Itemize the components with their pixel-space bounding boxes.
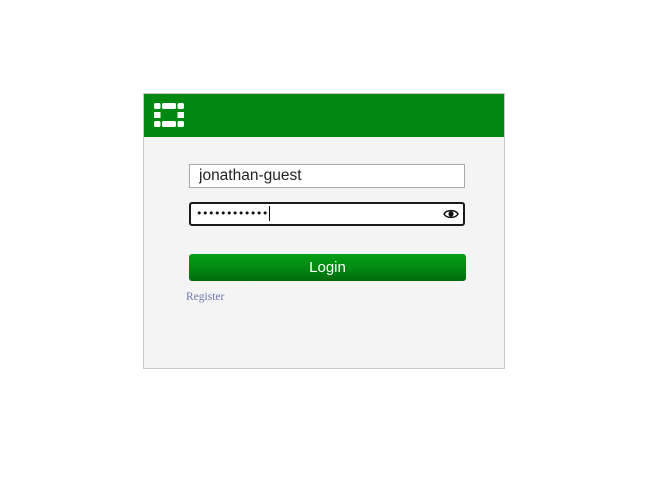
fortinet-logo-icon [154, 103, 184, 127]
login-button[interactable]: Login [189, 254, 466, 281]
password-field[interactable]: •••••••••••• [189, 202, 465, 226]
panel-header [144, 94, 504, 137]
password-masked-value: •••••••••••• [196, 207, 268, 220]
username-input[interactable] [190, 165, 464, 187]
username-field [189, 164, 465, 188]
login-panel: •••••••••••• Login Register [143, 93, 505, 369]
register-link[interactable]: Register [186, 291, 224, 303]
text-caret [268, 205, 270, 221]
password-input[interactable]: •••••••••••• [196, 204, 270, 224]
eye-icon[interactable] [443, 207, 459, 221]
